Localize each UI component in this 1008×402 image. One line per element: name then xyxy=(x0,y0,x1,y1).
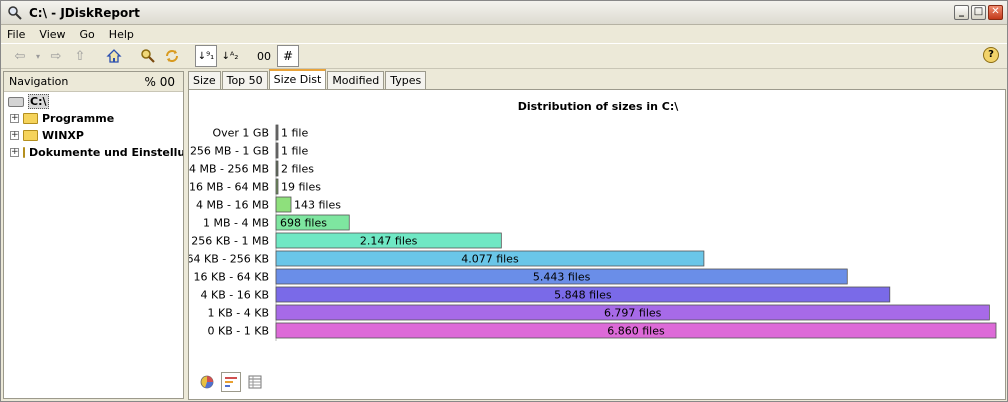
category-label: 16 KB - 64 KB xyxy=(194,271,269,284)
format-hash-button[interactable]: # xyxy=(277,45,299,67)
home-button[interactable] xyxy=(103,45,125,67)
sort-by-size-button[interactable]: ↓⁹₁ xyxy=(195,45,217,67)
bar[interactable] xyxy=(275,142,279,159)
menu-file[interactable]: File xyxy=(7,28,25,41)
bar-value-label: 6.860 files xyxy=(607,325,665,338)
view-mode-buttons xyxy=(197,372,265,392)
navigation-title: Navigation xyxy=(9,75,69,88)
drive-icon xyxy=(8,96,24,107)
bar-value-label: 2 files xyxy=(281,163,314,176)
tree-item-label: Dokumente und Einstellungen xyxy=(29,146,183,159)
refresh-button[interactable] xyxy=(161,45,183,67)
format-00-button[interactable]: 00 xyxy=(253,45,275,67)
category-label: 16 MB - 64 MB xyxy=(189,181,269,194)
minimize-button[interactable]: _ xyxy=(954,5,969,20)
bar[interactable] xyxy=(275,160,279,177)
tree-item-winxp[interactable]: + WINXP xyxy=(4,127,183,144)
expand-icon[interactable]: + xyxy=(10,148,19,157)
category-label: 1 MB - 4 MB xyxy=(203,217,269,230)
menu-help[interactable]: Help xyxy=(109,28,134,41)
home-icon xyxy=(106,49,122,63)
category-label: 1 KB - 4 KB xyxy=(208,307,269,320)
bar-value-label: 698 files xyxy=(280,217,327,230)
tree-item-label: C:\ xyxy=(28,94,49,109)
app-window: C:\ - JDiskReport _ □ ✕ File View Go Hel… xyxy=(0,0,1008,402)
size-distribution-chart: Over 1 GB 1 file 256 MB - 1 GB 1 file 64 MB … xyxy=(189,124,997,341)
pie-chart-view-button[interactable] xyxy=(197,372,217,392)
bar-value-label: 5.443 files xyxy=(533,271,591,284)
bar-value-label: 2.147 files xyxy=(360,235,418,248)
category-label: 64 KB - 256 KB xyxy=(189,253,269,266)
folder-icon xyxy=(23,130,38,141)
category-label: 4 MB - 16 MB xyxy=(196,199,269,212)
category-label: 4 KB - 16 KB xyxy=(201,289,269,302)
folder-icon xyxy=(23,147,25,158)
expand-icon[interactable]: + xyxy=(10,114,19,123)
bar[interactable] xyxy=(275,196,292,213)
table-icon xyxy=(248,375,262,389)
navigation-percent-toggle[interactable]: % 00 xyxy=(145,75,176,89)
bar-value-label: 6.797 files xyxy=(604,307,662,320)
tab-modified[interactable]: Modified xyxy=(327,71,385,90)
dropdown-arrow-icon[interactable]: ▾ xyxy=(33,45,43,67)
search-icon xyxy=(141,49,155,63)
folder-icon xyxy=(23,113,38,124)
category-label: 0 KB - 1 KB xyxy=(208,325,269,338)
table-view-button[interactable] xyxy=(245,372,265,392)
title-bar: C:\ - JDiskReport _ □ ✕ xyxy=(1,1,1007,25)
help-icon[interactable]: ? xyxy=(983,47,999,63)
tab-size-dist[interactable]: Size Dist xyxy=(268,69,327,90)
toolbar: ⇦ ▾ ⇨ ⇧ ↓⁹₁ ↓ᴬ₂ 00 # ? xyxy=(1,43,1007,69)
expand-icon[interactable]: + xyxy=(10,131,19,140)
bar-value-label: 1 file xyxy=(281,145,308,158)
category-label: 64 MB - 256 MB xyxy=(189,163,269,176)
tab-top-50[interactable]: Top 50 xyxy=(221,71,268,90)
maximize-button[interactable]: □ xyxy=(971,5,986,20)
refresh-icon xyxy=(166,50,178,62)
tree-item-drive-c[interactable]: C:\ xyxy=(4,93,183,110)
tree-item-dokumente[interactable]: + Dokumente und Einstellungen xyxy=(4,144,183,161)
folder-tree: C:\ + Programme + WINXP + Dokumente und … xyxy=(4,93,183,161)
bar-value-label: 5.848 files xyxy=(554,289,612,302)
navigation-panel: Navigation % 00 C:\ + Programme + WINXP … xyxy=(3,71,184,399)
size-distribution-panel: Distribution of sizes in C:\ Over 1 GB 1 … xyxy=(188,89,1006,400)
category-label: 256 KB - 1 MB xyxy=(191,235,269,248)
search-button[interactable] xyxy=(137,45,159,67)
pie-chart-icon xyxy=(200,375,214,389)
bar[interactable] xyxy=(275,124,279,141)
tree-item-programme[interactable]: + Programme xyxy=(4,110,183,127)
category-label: Over 1 GB xyxy=(212,127,269,140)
back-button[interactable]: ⇦ xyxy=(9,45,31,67)
bar-value-label: 4.077 files xyxy=(461,253,519,266)
sort-by-name-button[interactable]: ↓ᴬ₂ xyxy=(219,45,241,67)
menu-view[interactable]: View xyxy=(39,28,65,41)
tree-item-label: Programme xyxy=(42,112,115,125)
menu-go[interactable]: Go xyxy=(80,28,95,41)
view-tabs: Size Top 50 Size Dist Modified Types xyxy=(188,69,427,90)
window-title: C:\ - JDiskReport xyxy=(29,5,140,20)
category-label: 256 MB - 1 GB xyxy=(190,145,269,158)
tab-types[interactable]: Types xyxy=(385,71,427,90)
app-magnifier-icon xyxy=(8,5,22,20)
close-button[interactable]: ✕ xyxy=(988,5,1003,20)
forward-button[interactable]: ⇨ xyxy=(45,45,67,67)
bar[interactable] xyxy=(275,178,279,195)
bar-value-label: 143 files xyxy=(294,199,341,212)
tree-item-label: WINXP xyxy=(42,129,84,142)
navigation-header: Navigation % 00 xyxy=(4,72,183,92)
tab-size[interactable]: Size xyxy=(188,71,221,90)
menu-bar: File View Go Help xyxy=(1,25,1007,43)
main-panel: Size Top 50 Size Dist Modified Types Dis… xyxy=(188,69,1006,400)
bar-value-label: 19 files xyxy=(281,181,321,194)
bar-chart-icon xyxy=(225,377,237,387)
up-button[interactable]: ⇧ xyxy=(69,45,91,67)
bar-chart-view-button[interactable] xyxy=(221,372,241,392)
bar-value-label: 1 file xyxy=(281,127,308,140)
